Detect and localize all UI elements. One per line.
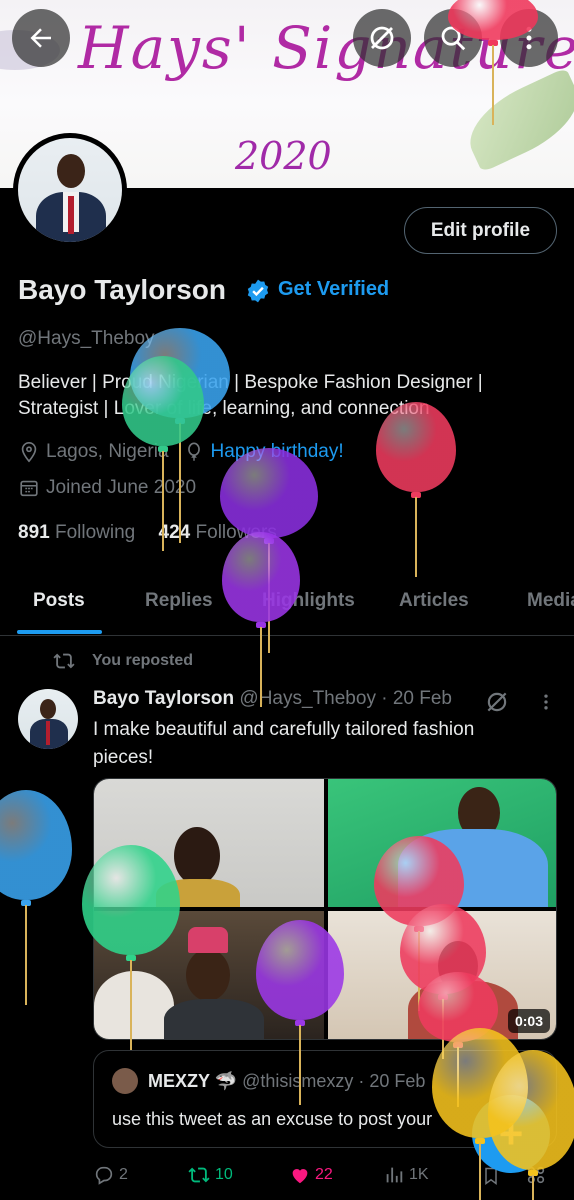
video-duration: 0:03 bbox=[507, 1009, 550, 1033]
quote-header: MEXZY 🦈 @thisismexzy · 20 Feb bbox=[148, 1071, 425, 1092]
back-button[interactable] bbox=[12, 9, 70, 67]
repost-icon bbox=[53, 653, 75, 669]
profile-name: Bayo Taylorson bbox=[18, 274, 226, 305]
post-author-avatar[interactable] bbox=[18, 689, 78, 749]
avatar-photo bbox=[18, 138, 122, 242]
joined-date: Joined June 2020 bbox=[46, 477, 197, 498]
location-icon bbox=[21, 442, 37, 463]
bio-line: Strategist | Lover of life, learning, an… bbox=[18, 398, 430, 419]
grok-post-icon[interactable] bbox=[484, 689, 510, 715]
arrow-left-icon bbox=[30, 28, 51, 48]
profile-avatar[interactable] bbox=[13, 133, 127, 247]
quote-avatar bbox=[112, 1068, 138, 1094]
banner-decoration bbox=[456, 67, 574, 173]
quote-author-name: MEXZY 🦈 bbox=[148, 1071, 238, 1091]
edit-profile-button[interactable]: Edit profile bbox=[404, 207, 557, 254]
grok-button[interactable] bbox=[353, 9, 411, 67]
views-button[interactable]: 1K bbox=[383, 1164, 429, 1186]
post-author-name[interactable]: Bayo Taylorson bbox=[93, 688, 234, 709]
quote-author-meta: @thisismexzy · 20 Feb bbox=[242, 1071, 426, 1091]
tab-posts[interactable]: Posts bbox=[33, 590, 85, 612]
views-icon bbox=[386, 1167, 403, 1183]
grok-icon bbox=[370, 26, 394, 50]
profile-joined: Joined June 2020 bbox=[18, 477, 196, 499]
calendar-icon bbox=[20, 480, 38, 497]
quote-text: use this tweet as an excuse to post your bbox=[112, 1109, 433, 1129]
post-more-icon[interactable] bbox=[536, 690, 556, 714]
profile-handle: @Hays_Theboy bbox=[18, 328, 155, 349]
repost-icon bbox=[188, 1167, 210, 1183]
post-text: I make beautiful and carefully tailored … bbox=[93, 719, 475, 768]
post-author-meta: @Hays_Theboy · 20 Feb bbox=[239, 688, 452, 709]
banner-year: 2020 bbox=[235, 134, 332, 178]
verified-badge-icon[interactable] bbox=[245, 278, 271, 304]
tab-articles[interactable]: Articles bbox=[399, 590, 469, 612]
tab-replies[interactable]: Replies bbox=[145, 590, 213, 612]
tab-media[interactable]: Media bbox=[527, 590, 574, 612]
like-button[interactable]: 22 bbox=[289, 1164, 333, 1186]
balloon-icon bbox=[187, 442, 200, 461]
profile-bio: Believer | Proud Nigerian | Bespoke Fash… bbox=[18, 370, 558, 422]
reply-icon bbox=[95, 1166, 113, 1185]
heart-icon bbox=[292, 1169, 308, 1184]
repost-button[interactable]: 10 bbox=[187, 1164, 233, 1186]
reply-button[interactable]: 2 bbox=[93, 1164, 128, 1186]
get-verified-link[interactable]: Get Verified bbox=[278, 278, 389, 301]
following-link[interactable]: 891 Following bbox=[18, 522, 135, 543]
bio-line: Believer | Proud Nigerian | Bespoke Fash… bbox=[18, 372, 483, 393]
repost-indicator: You reposted bbox=[52, 650, 193, 672]
post-header: Bayo Taylorson @Hays_Theboy · 20 Feb bbox=[93, 688, 452, 710]
active-tab-indicator bbox=[17, 630, 102, 634]
